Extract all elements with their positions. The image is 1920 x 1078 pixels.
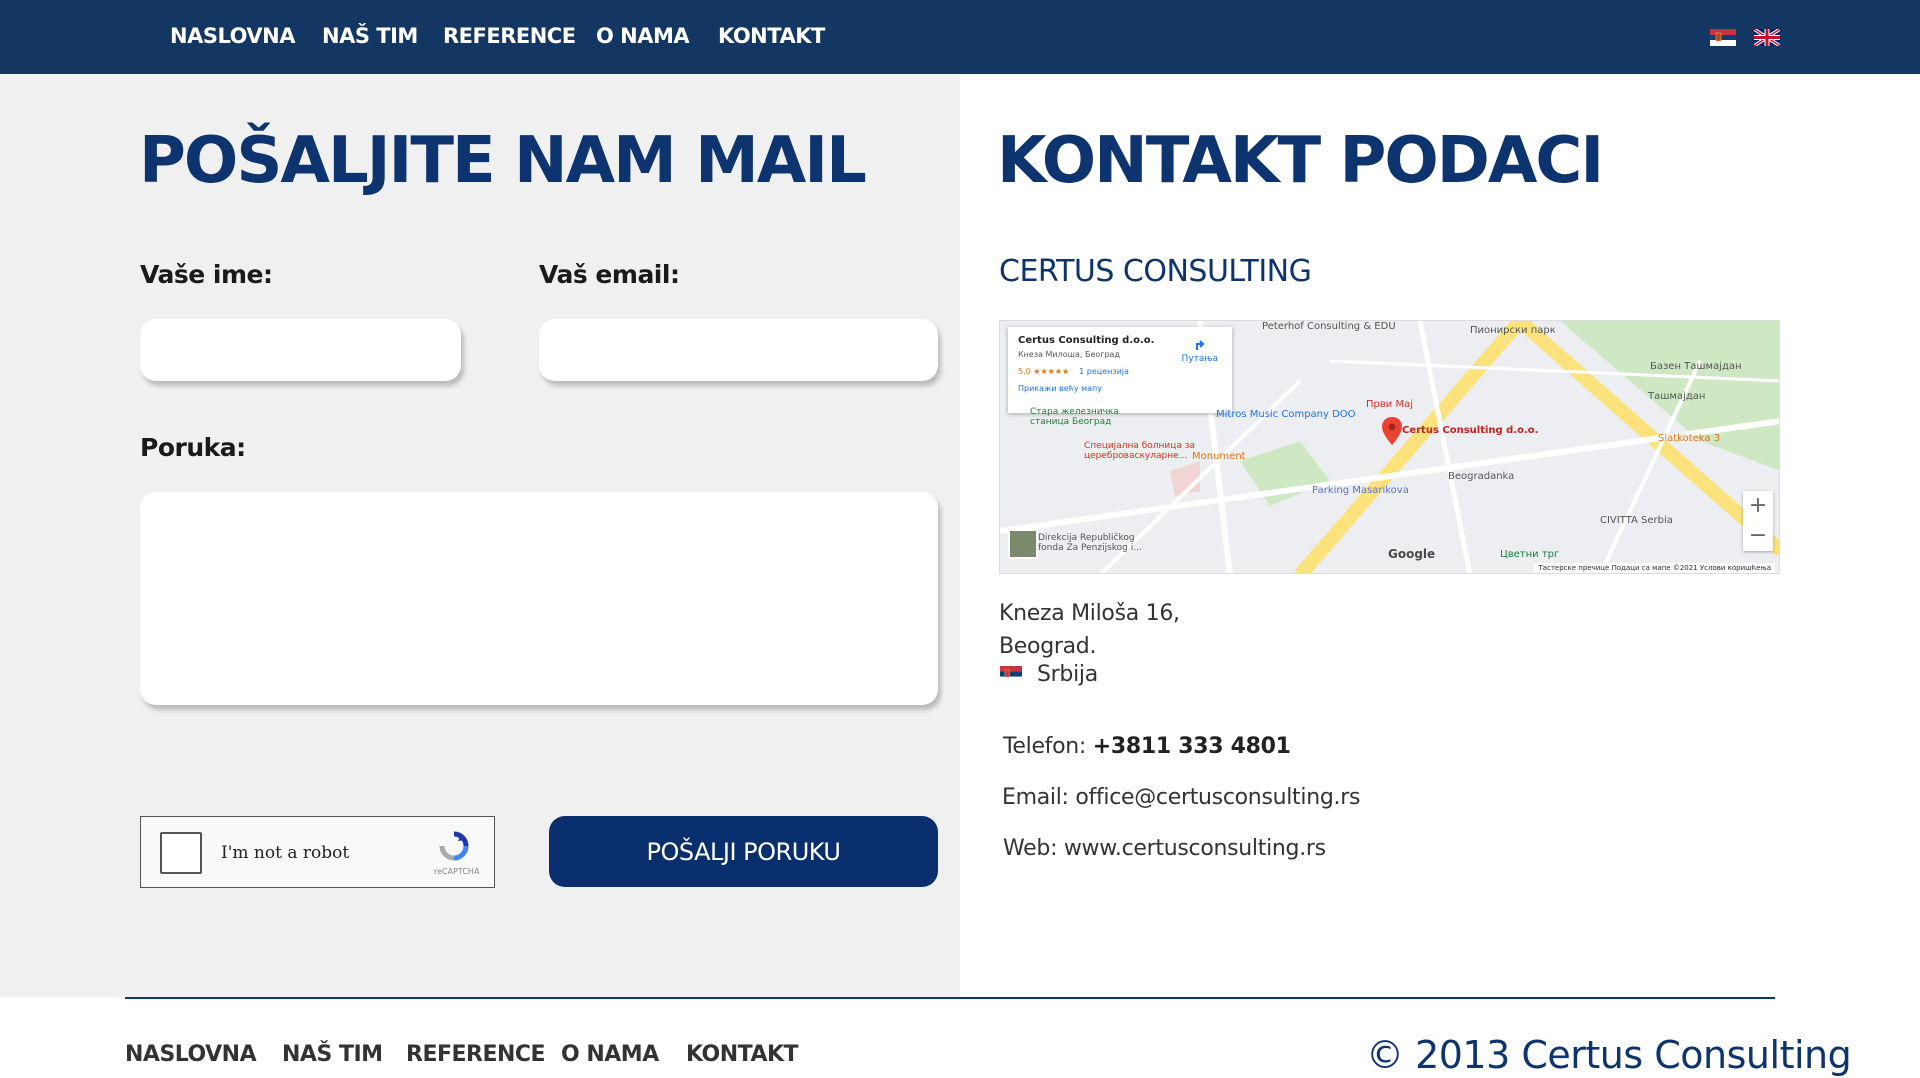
map-label: Beogradanka xyxy=(1448,471,1515,482)
google-logo: Google xyxy=(1388,547,1436,561)
message-textarea[interactable] xyxy=(140,492,938,705)
map-directions-label: Путања xyxy=(1181,354,1218,364)
map-label: Специјална болница за цереброваскуларне.… xyxy=(1084,441,1196,461)
recaptcha-brand: reCAPTCHA xyxy=(434,867,480,876)
zoom-out-button[interactable]: − xyxy=(1743,521,1773,551)
company-name: CERTUS CONSULTING xyxy=(999,254,1312,289)
serbian-flag-icon[interactable] xyxy=(1710,29,1736,46)
recaptcha-icon xyxy=(439,831,469,861)
footer-nav-reference[interactable]: REFERENCE xyxy=(406,1042,546,1067)
map-label: Peterhof Consulting & EDU xyxy=(1262,321,1396,332)
nav-kontakt[interactable]: KONTAKT xyxy=(718,24,825,48)
web-line[interactable]: Web: www.certusconsulting.rs xyxy=(1003,836,1326,861)
map-pin-icon[interactable] xyxy=(1382,417,1402,445)
footer-divider xyxy=(125,997,1775,999)
map-place-card: Certus Consulting d.o.o. Кнеза Милоша, Б… xyxy=(1008,327,1232,413)
contact-info-title: KONTAKT PODACI xyxy=(997,124,1604,198)
email-label: Vaš email: xyxy=(539,260,680,289)
recaptcha-checkbox[interactable] xyxy=(160,832,202,874)
uk-flag-icon[interactable] xyxy=(1754,29,1780,46)
map-label: Direkcija Republičkog fonda Za Penzijsko… xyxy=(1038,533,1142,553)
name-label: Vaše ime: xyxy=(140,260,273,289)
map-label: Стара железничка станица Београд xyxy=(1030,407,1119,427)
country: Srbija xyxy=(1037,662,1098,687)
footer-nav-nas-tim[interactable]: NAŠ TIM xyxy=(282,1042,383,1067)
phone-number[interactable]: +3811 333 4801 xyxy=(1093,734,1291,759)
message-label: Poruka: xyxy=(140,433,246,462)
recaptcha-widget: I'm not a robot reCAPTCHA xyxy=(140,816,495,888)
phone-line: Telefon: +3811 333 4801 xyxy=(1003,734,1291,759)
map-label: Parking Masarikova xyxy=(1312,485,1409,496)
map-directions-button[interactable]: Путања xyxy=(1182,337,1218,364)
map-rating: 5,0 ★★★★★ xyxy=(1018,367,1070,376)
top-navbar: NASLOVNA NAŠ TIM REFERENCE O NAMA KONTAK… xyxy=(0,0,1920,74)
send-message-button[interactable]: POŠALJI PORUKU xyxy=(549,816,938,887)
directions-icon xyxy=(1195,340,1205,350)
serbian-flag-icon xyxy=(1000,666,1022,682)
phone-label: Telefon: xyxy=(1003,734,1093,759)
map-label: Базен Ташмајдан xyxy=(1650,361,1742,372)
address-line-2: Beograd. xyxy=(999,634,1097,659)
recaptcha-label: I'm not a robot xyxy=(221,843,350,863)
copyright: © 2013 Certus Consulting xyxy=(1366,1033,1852,1077)
nav-reference[interactable]: REFERENCE xyxy=(443,24,576,48)
satellite-toggle[interactable] xyxy=(1008,529,1038,559)
map-label: Пионирски парк xyxy=(1470,325,1556,336)
footer-nav-kontakt[interactable]: KONTAKT xyxy=(686,1042,799,1067)
map-label: Slatkoteka 3 xyxy=(1658,433,1721,444)
footer-nav-naslovna[interactable]: NASLOVNA xyxy=(125,1042,257,1067)
map-pin-label: Certus Consulting d.o.o. xyxy=(1402,425,1539,436)
nav-nas-tim[interactable]: NAŠ TIM xyxy=(322,24,418,48)
map-zoom-control: + − xyxy=(1743,491,1773,551)
zoom-in-button[interactable]: + xyxy=(1743,491,1773,521)
map-reviews-link[interactable]: 1 рецензија xyxy=(1079,367,1129,376)
map-label: Ташмајдан xyxy=(1648,391,1706,402)
address-line-1: Kneza Miloša 16, xyxy=(999,601,1180,626)
email-line[interactable]: Email: office@certusconsulting.rs xyxy=(1002,785,1360,810)
google-map[interactable]: Certus Consulting d.o.o. Кнеза Милоша, Б… xyxy=(999,320,1780,574)
map-label: Mitros Music Company DOO xyxy=(1216,409,1356,420)
map-footer: Тастерске пречице Подаци са мапе ©2021 У… xyxy=(1534,563,1775,573)
nav-naslovna[interactable]: NASLOVNA xyxy=(170,24,295,48)
name-input[interactable] xyxy=(140,319,461,381)
map-label: CIVITTA Serbia xyxy=(1600,515,1673,526)
map-label: Цветни трг xyxy=(1500,549,1560,560)
footer-nav-o-nama[interactable]: O NAMA xyxy=(561,1042,659,1067)
recaptcha-logo: reCAPTCHA xyxy=(434,831,480,876)
email-input[interactable] xyxy=(539,319,938,381)
map-larger-link[interactable]: Прикажи већу мапу xyxy=(1018,384,1222,393)
nav-o-nama[interactable]: O NAMA xyxy=(596,24,690,48)
form-title: POŠALJITE NAM MAIL xyxy=(139,124,867,198)
map-label: Први Мај xyxy=(1366,399,1413,410)
